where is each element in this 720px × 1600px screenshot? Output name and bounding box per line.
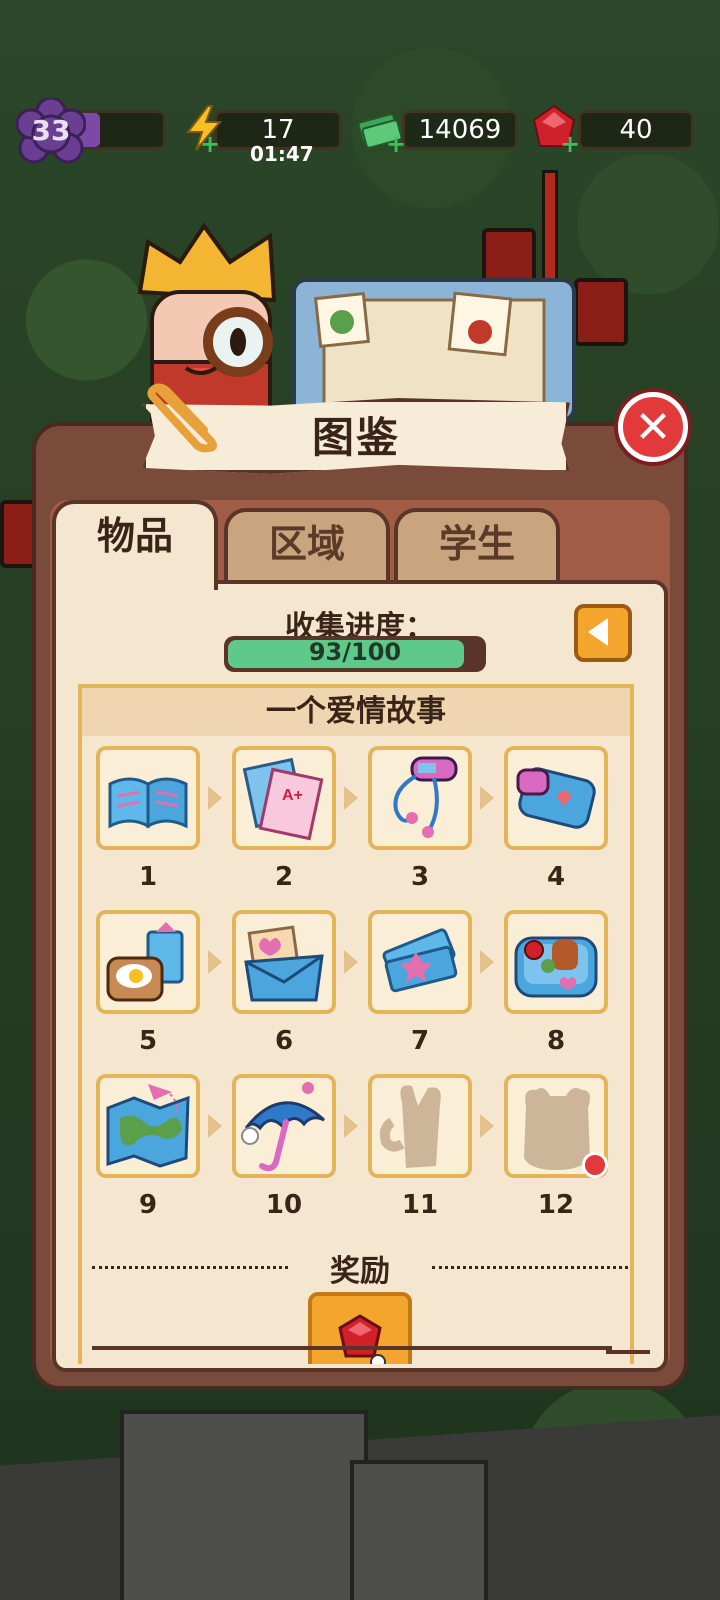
- open-book-icon: [108, 777, 188, 829]
- bento-box-icon: [514, 936, 598, 998]
- chevron-right-icon: [344, 1114, 358, 1138]
- collection-item-5[interactable]: [96, 910, 200, 1014]
- breakfast-toast-icon: [106, 922, 184, 1002]
- item-number: 8: [546, 1026, 566, 1056]
- chevron-right-icon: [344, 786, 358, 810]
- collection-item-11[interactable]: [368, 1074, 472, 1178]
- collection-item-3[interactable]: [368, 746, 472, 850]
- close-icon: ✕: [634, 402, 672, 453]
- pencil-case-icon: [516, 767, 596, 829]
- tab-items[interactable]: 物品: [52, 500, 218, 590]
- back-button[interactable]: [574, 604, 632, 662]
- scroll-line: [92, 1346, 612, 1350]
- crown-badge-icon: [582, 1152, 608, 1178]
- item-number: 7: [410, 1026, 430, 1056]
- dotted-line: [432, 1266, 628, 1269]
- item-number: 2: [274, 862, 294, 892]
- collection-item-10[interactable]: [232, 1074, 336, 1178]
- collection-set: 一个爱情故事 1 A+ 2 3 4 5 6 7 8 9 10 11 12 奖励: [78, 684, 634, 1364]
- collection-item-4[interactable]: [504, 746, 608, 850]
- item-number: 3: [410, 862, 430, 892]
- collection-item-1[interactable]: [96, 746, 200, 850]
- collection-item-8[interactable]: [504, 910, 608, 1014]
- progress-text: 93/100: [308, 638, 402, 666]
- add-energy-icon[interactable]: +: [200, 132, 220, 156]
- chevron-right-icon: [344, 950, 358, 974]
- love-letter-icon: [244, 925, 324, 1002]
- case-folder-illustration: [292, 278, 576, 420]
- collection-item-6[interactable]: [232, 910, 336, 1014]
- add-gems-icon[interactable]: +: [560, 132, 580, 156]
- item-number: 4: [546, 862, 566, 892]
- item-number: 5: [138, 1026, 158, 1056]
- test-papers-icon: A+: [242, 757, 324, 841]
- reward-slot[interactable]: [308, 1292, 412, 1364]
- tickets-icon: [382, 928, 458, 993]
- top-hud: 33 17 + 01:47 14069 + 40 +: [0, 98, 720, 166]
- chevron-right-icon: [480, 786, 494, 810]
- arrow-left-icon: [588, 618, 608, 646]
- tab-students[interactable]: 学生: [394, 508, 560, 584]
- level-number: 33: [31, 114, 71, 147]
- stone-wall: [350, 1460, 488, 1600]
- add-cash-icon[interactable]: +: [386, 132, 406, 156]
- gem-counter[interactable]: 40: [578, 110, 694, 150]
- collection-item-7[interactable]: [368, 910, 472, 1014]
- item-number: 6: [274, 1026, 294, 1056]
- close-button[interactable]: ✕: [618, 392, 688, 462]
- map-icon: [106, 1084, 190, 1168]
- item-number: 12: [537, 1190, 575, 1220]
- stone-wall: [120, 1410, 368, 1600]
- svg-text:A+: A+: [282, 787, 303, 804]
- collection-title: 一个爱情故事: [82, 688, 630, 736]
- mp3-player-icon: [393, 756, 458, 838]
- reward-divider: 奖励: [92, 1246, 628, 1289]
- item-number: 10: [265, 1190, 303, 1220]
- item-number: 1: [138, 862, 158, 892]
- collection-item-9[interactable]: [96, 1074, 200, 1178]
- item-number: 11: [401, 1190, 439, 1220]
- chevron-right-icon: [208, 786, 222, 810]
- item-number: 9: [138, 1190, 158, 1220]
- paperclip-icon: [147, 383, 217, 453]
- locked-mug-silhouette-icon: [379, 1085, 441, 1168]
- umbrella-icon: [241, 1082, 326, 1172]
- tab-content: 收集进度： 93/100 一个爱情故事 1 A+ 2 3 4 5 6 7 8 9 10 11 12 奖励: [52, 580, 668, 1372]
- tab-areas[interactable]: 区域: [224, 508, 390, 584]
- chevron-right-icon: [208, 1114, 222, 1138]
- cash-counter[interactable]: 14069: [402, 110, 518, 150]
- chevron-right-icon: [480, 1114, 494, 1138]
- ruby-gem-icon: [338, 1314, 386, 1364]
- chevron-right-icon: [480, 950, 494, 974]
- collection-item-12[interactable]: [504, 1074, 608, 1178]
- scrollbar-thumb[interactable]: [606, 1350, 650, 1354]
- collection-item-2[interactable]: A+: [232, 746, 336, 850]
- chevron-right-icon: [208, 950, 222, 974]
- energy-timer: 01:47: [250, 142, 314, 166]
